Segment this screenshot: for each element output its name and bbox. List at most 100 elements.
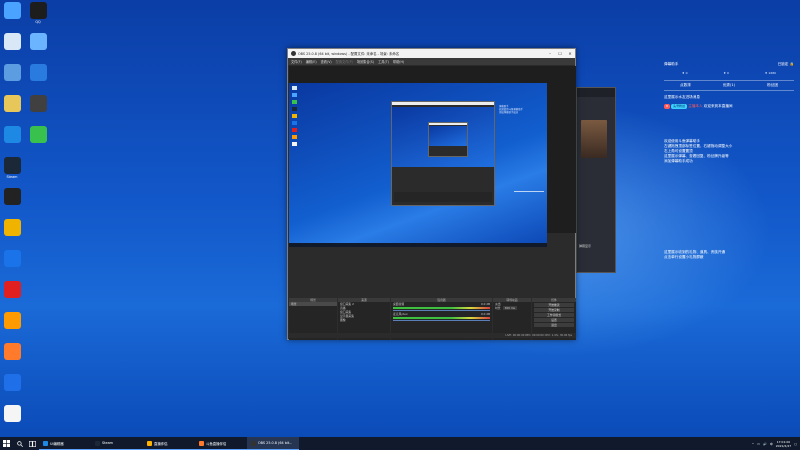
taskbar-app-douyu[interactable]: 斗鱼直播伴侣 xyxy=(195,437,247,450)
obs-status-bar: LIVE: 00:00:00 REC: 00:00:00 CPU: 1.4%, … xyxy=(289,333,576,338)
maximize-icon[interactable]: ☐ xyxy=(555,51,565,56)
obs-window[interactable]: OBS 25.0.8 (64 bit, windows) - 配置文件: 未命名… xyxy=(287,48,576,340)
desktop-icon-qq[interactable]: QQ xyxy=(23,2,53,24)
qq-icon xyxy=(29,2,47,19)
obs-menu-item-3[interactable]: 配置文件(P) xyxy=(336,59,353,64)
taskbar-app-label: 斗鱼直播伴侣 xyxy=(206,441,227,446)
scene-item[interactable]: 场景 xyxy=(289,302,337,306)
overlay-tab-1[interactable]: 优秀(1) xyxy=(723,83,735,88)
obs-icon xyxy=(3,188,21,205)
volume-slider[interactable] xyxy=(393,310,490,311)
mixer-channel-level: 0.0 dB xyxy=(480,312,490,316)
taskbar-app-obs[interactable]: OBS 25.0.8 (64 bit... xyxy=(247,437,299,450)
control-button[interactable]: 工作室模式 xyxy=(534,313,574,317)
volume-meter[interactable] xyxy=(393,307,490,309)
app-icon xyxy=(29,64,47,81)
desktop-icon-huya[interactable] xyxy=(0,312,27,330)
steam-icon xyxy=(3,157,21,174)
desktop-icon-control-panel[interactable] xyxy=(23,33,53,51)
obs-preview-canvas[interactable]: 弹幕助手 欢迎使用斗鱼弹幕助手 添加弹幕助手成功 xyxy=(289,83,547,247)
volume-slider[interactable] xyxy=(393,320,490,321)
desktop-icon-media[interactable] xyxy=(23,95,53,113)
notification-icon[interactable]: ▢ xyxy=(794,442,797,446)
system-tray: ^ ▭ 🔊 中 17:01:00 2021/2/27 ▢ xyxy=(752,440,800,448)
obs-menu-item-4[interactable]: 场景集合(S) xyxy=(357,59,374,64)
obs-icon xyxy=(251,440,256,446)
steam-icon xyxy=(95,440,100,446)
huya-icon xyxy=(3,312,21,329)
overlay-tab-2[interactable]: 粉丝团 xyxy=(767,83,778,88)
douyu-icon xyxy=(199,440,204,446)
obs-menu-item-1[interactable]: 编辑(E) xyxy=(306,59,317,64)
taskbar: UI编辑器 Steam 直播伴侣 斗鱼直播伴侣 OBS 25.0.8 (64 bit..… xyxy=(0,437,800,450)
taskbar-app-label: OBS 25.0.8 (64 bit... xyxy=(258,441,293,445)
overlay-stat-1: ♦ 0 xyxy=(723,71,729,75)
obs-title-bar[interactable]: OBS 25.0.8 (64 bit, windows) - 配置文件: 未命名… xyxy=(288,49,575,58)
search-icon[interactable] xyxy=(13,437,26,450)
live-panel-bottom-text: 弹幕显示 xyxy=(579,244,592,248)
desktop-icon-wechat[interactable] xyxy=(23,126,53,144)
media-icon xyxy=(29,95,47,112)
volume-icon[interactable]: 🔊 xyxy=(763,442,767,446)
taskbar-app-live[interactable]: 直播伴侣 xyxy=(143,437,195,450)
ui-editor-icon xyxy=(43,440,48,446)
taskbar-app-steam[interactable]: Steam xyxy=(91,437,143,450)
nested-obs-preview-1 xyxy=(391,101,495,206)
controls-dock-title: 控件 xyxy=(532,298,576,302)
live-assistant-panel[interactable]: 弹幕显示 xyxy=(576,87,616,273)
obs-menu-item-2[interactable]: 查看(V) xyxy=(321,59,332,64)
desktop-icon-netease-music[interactable] xyxy=(0,281,27,299)
clock[interactable]: 17:01:00 2021/2/27 xyxy=(776,440,791,448)
danmaku-overlay[interactable]: 弹幕助手 已锁定 🔒 ♦ 0 ♦ 0 ♦ 1680 点数排 优秀(1) 粉丝团 这里展示… xyxy=(664,62,794,260)
file-icon xyxy=(3,405,21,422)
desktop-icon-douyu[interactable] xyxy=(0,343,27,361)
taskbar-app-label: 直播伴侣 xyxy=(154,441,168,446)
lock-icon: 🔒 xyxy=(789,62,794,66)
overlay-title: 弹幕助手 xyxy=(664,62,679,66)
desktop-icon-steam[interactable]: Steam xyxy=(0,157,27,179)
duration-input[interactable]: 300 ms xyxy=(502,306,518,310)
lock-status: 已锁定 xyxy=(777,62,789,66)
overlay-gift-info: 这里展示收到的礼物、道具、贵族开通 点击单行设置小礼物屏蔽 xyxy=(664,250,794,260)
desktop-icon-app[interactable] xyxy=(23,64,53,82)
task-view-icon[interactable] xyxy=(26,437,39,450)
desktop-icon-obs[interactable] xyxy=(0,188,27,206)
control-button[interactable]: 开始录制 xyxy=(534,308,574,312)
desktop-icon-file[interactable] xyxy=(0,405,27,423)
desktop-icon-game[interactable] xyxy=(0,219,27,237)
badge-user[interactable]: 主播本人 xyxy=(688,104,702,108)
minimize-icon[interactable]: – xyxy=(545,51,555,56)
volume-meter[interactable] xyxy=(393,317,490,319)
control-button[interactable]: 开始推流 xyxy=(534,303,574,307)
obs-menu-item-5[interactable]: 工具(T) xyxy=(378,59,389,64)
overlay-stat-2: ♦ 1680 xyxy=(764,71,777,75)
control-button[interactable]: 设置 xyxy=(534,318,574,322)
desktop-icon-chrome[interactable] xyxy=(0,250,27,268)
desktop-icon-kugou[interactable] xyxy=(0,374,27,392)
obs-menu-item-6[interactable]: 帮助(H) xyxy=(393,59,404,64)
obs-logo-icon xyxy=(291,51,296,56)
network-icon xyxy=(3,64,21,81)
douyu-icon xyxy=(3,343,21,360)
close-icon[interactable]: ✕ xyxy=(565,51,575,56)
overlay-stat-0: ♦ 0 xyxy=(681,71,688,75)
live-icon xyxy=(147,440,152,446)
netease-music-icon xyxy=(3,281,21,298)
preview-taskbar xyxy=(289,243,547,247)
network-icon[interactable]: ▭ xyxy=(757,442,760,446)
desktop-icon-label: QQ xyxy=(35,20,41,24)
up-arrow-icon[interactable]: ^ xyxy=(752,442,755,446)
folder-icon xyxy=(3,95,21,112)
source-item[interactable]: 图像 xyxy=(338,318,390,322)
game-icon xyxy=(3,219,21,236)
overlay-tab-0[interactable]: 点数排 xyxy=(680,83,691,88)
taskbar-app-label: Steam xyxy=(102,441,113,445)
windows-start-icon[interactable] xyxy=(0,437,13,450)
taskbar-app-ui-editor[interactable]: UI编辑器 xyxy=(39,437,91,450)
overlay-tabs: 点数排 优秀(1) 粉丝团 xyxy=(664,80,794,91)
desktop-icon-label: Steam xyxy=(6,175,18,179)
ime-indicator[interactable]: 中 xyxy=(770,442,773,446)
obs-menu-item-0[interactable]: 文件(F) xyxy=(291,59,302,64)
control-button[interactable]: 退出 xyxy=(534,323,574,327)
overlay-lock[interactable]: 已锁定 🔒 xyxy=(778,62,794,67)
